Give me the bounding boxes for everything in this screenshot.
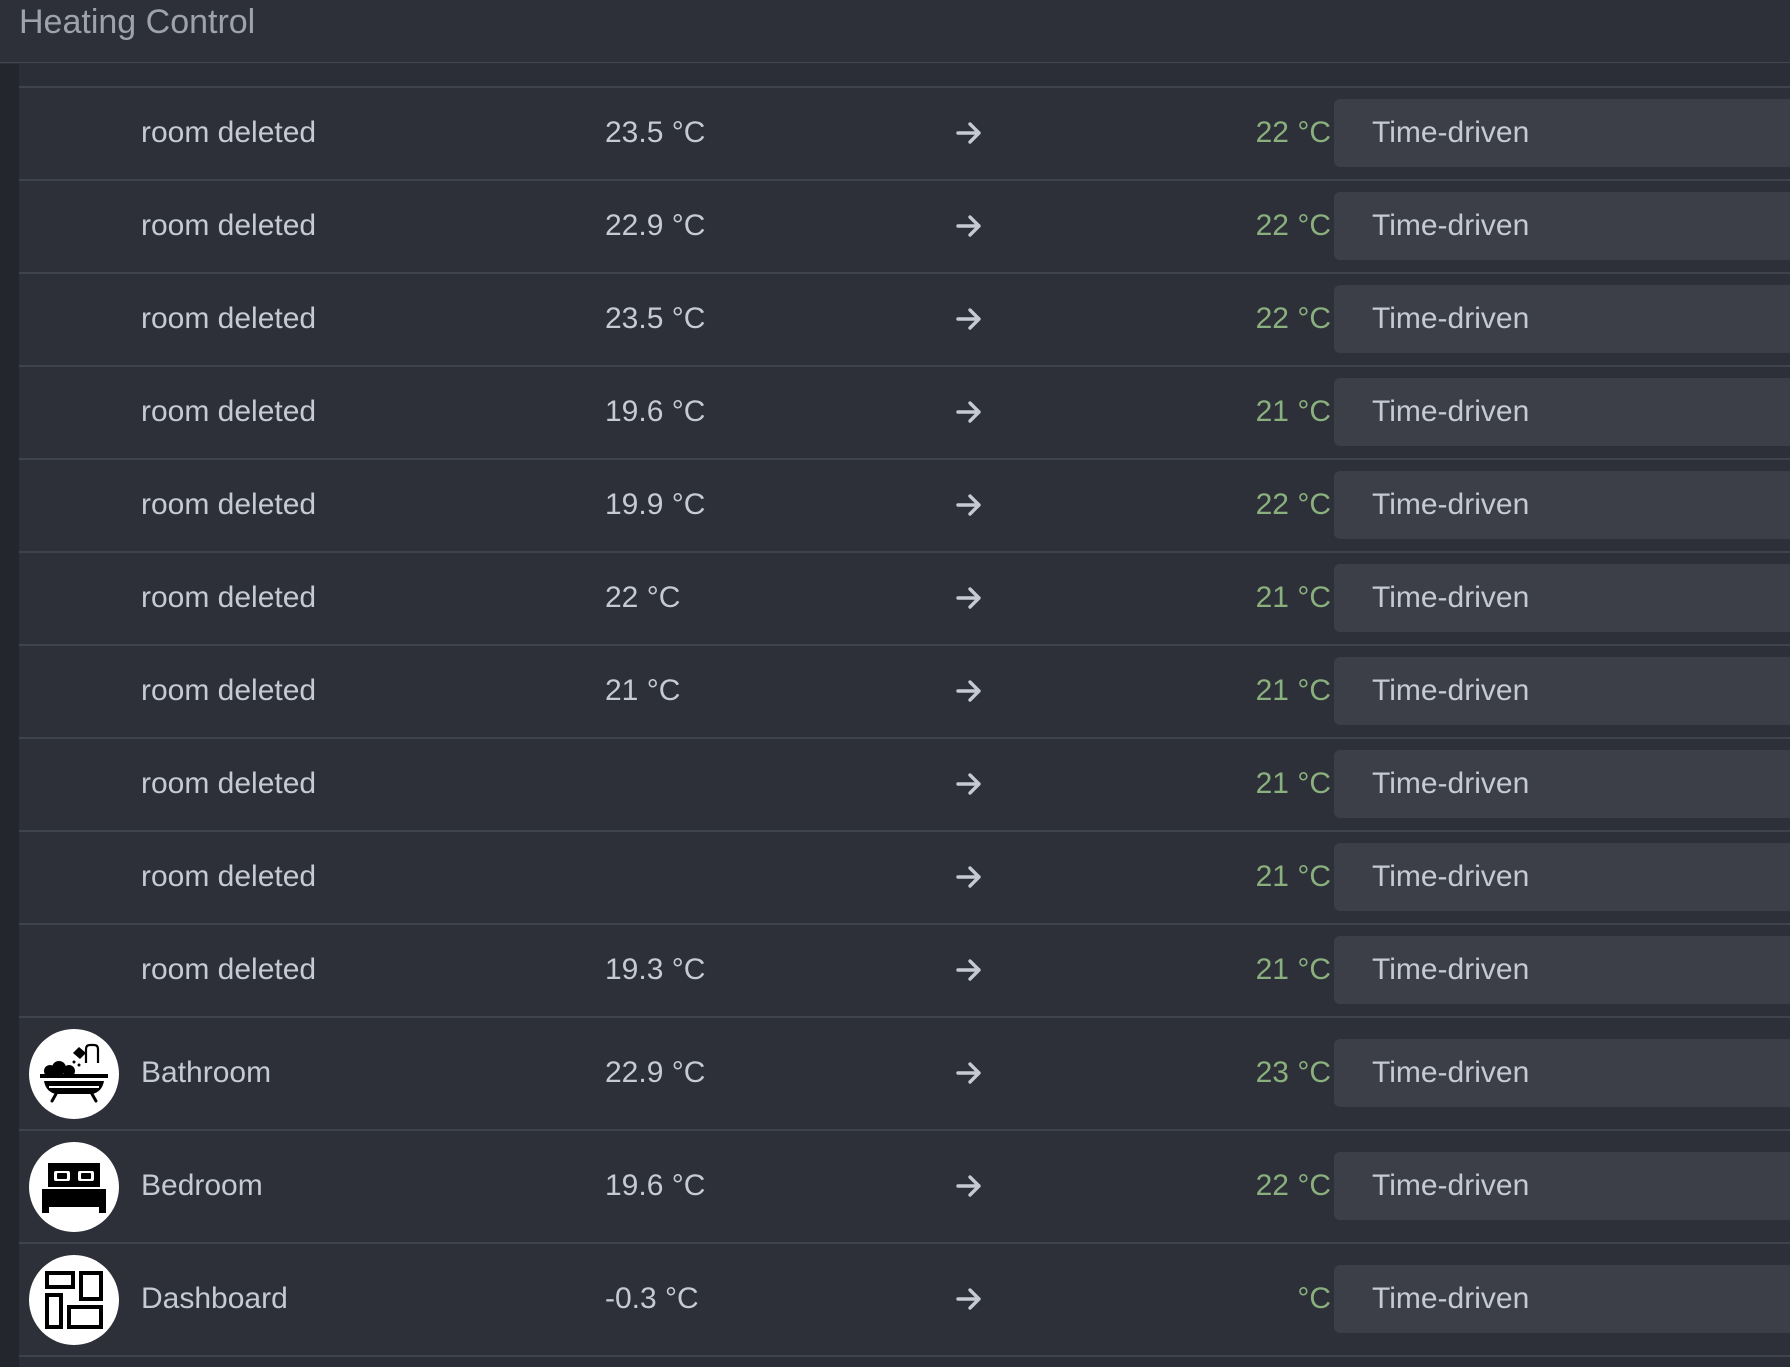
arrow-right-icon — [956, 1062, 981, 1084]
current-temperature: 22.9 °C — [605, 209, 706, 242]
room-name: Bedroom — [141, 1169, 263, 1202]
target-temperature: 21 °C — [1255, 767, 1331, 800]
table-row: room deleted 19.6 °C 21 °C Time-driven — [19, 367, 1790, 460]
app-header: Heating Control — [0, 0, 1790, 63]
room-name: room deleted — [141, 674, 317, 707]
room-name: room deleted — [141, 116, 317, 149]
current-temperature: 22 °C — [605, 581, 681, 614]
room-name: room deleted — [141, 860, 317, 893]
table-row: room deleted 21 °C Time-driven — [19, 739, 1790, 832]
mode-dropdown-label: Time-driven — [1372, 767, 1530, 800]
current-temperature: 21 °C — [605, 674, 681, 707]
current-temperature: 22.9 °C — [605, 1056, 706, 1089]
page-title: Heating Control — [19, 3, 256, 41]
room-name: room deleted — [141, 581, 317, 614]
table-row: room deleted 21 °C 21 °C Time-driven — [19, 646, 1790, 739]
arrow-right-icon — [956, 866, 981, 888]
room-name: room deleted — [141, 488, 317, 521]
room-name: room deleted — [141, 302, 317, 335]
mode-dropdown-label: Time-driven — [1372, 488, 1530, 521]
room-name: room deleted — [141, 767, 317, 800]
bathtub-icon — [29, 1029, 119, 1119]
table-row: Bathroom 22.9 °C 23 °C Time-driven — [19, 1018, 1790, 1131]
mode-dropdown-label: Time-driven — [1372, 581, 1530, 614]
current-temperature: 19.6 °C — [605, 1169, 706, 1202]
mode-dropdown-label: Time-driven — [1372, 860, 1530, 893]
room-table: room deleted 23.5 °C 22 °C Time-driven r… — [19, 86, 1790, 1357]
current-temperature: 23.5 °C — [605, 302, 706, 335]
target-temperature: 22 °C — [1255, 302, 1331, 335]
arrow-right-icon — [956, 401, 981, 423]
arrow-right-icon — [956, 773, 981, 795]
room-name: room deleted — [141, 395, 317, 428]
arrow-right-icon — [956, 494, 981, 516]
table-row: room deleted 23.5 °C 22 °C Time-driven — [19, 88, 1790, 181]
target-temperature: 22 °C — [1255, 1169, 1331, 1202]
target-temperature: 21 °C — [1255, 674, 1331, 707]
current-temperature: 23.5 °C — [605, 116, 706, 149]
target-temperature: 22 °C — [1255, 488, 1331, 521]
mode-dropdown-label: Time-driven — [1372, 395, 1530, 428]
mode-dropdown-label: Time-driven — [1372, 1282, 1530, 1315]
table-row: room deleted 23.5 °C 22 °C Time-driven — [19, 274, 1790, 367]
table-row: Bedroom 19.6 °C 22 °C Time-driven — [19, 1131, 1790, 1244]
mode-dropdown-label: Time-driven — [1372, 1056, 1530, 1089]
target-temperature: 23 °C — [1255, 1056, 1331, 1089]
table-row: room deleted 22.9 °C 22 °C Time-driven — [19, 181, 1790, 274]
table-row: Dashboard -0.3 °C °C Time-driven — [19, 1244, 1790, 1357]
table-row: room deleted 21 °C Time-driven — [19, 832, 1790, 925]
current-temperature: 19.3 °C — [605, 953, 706, 986]
room-name: room deleted — [141, 953, 317, 986]
arrow-right-icon — [956, 308, 981, 330]
arrow-right-icon — [956, 215, 981, 237]
current-temperature: 19.6 °C — [605, 395, 706, 428]
target-temperature: 21 °C — [1255, 953, 1331, 986]
arrow-right-icon — [956, 680, 981, 702]
mode-dropdown-label: Time-driven — [1372, 302, 1530, 335]
arrow-right-icon — [956, 587, 981, 609]
table-row: room deleted 19.3 °C 21 °C Time-driven — [19, 925, 1790, 1018]
target-temperature: °C — [1297, 1282, 1331, 1315]
mode-dropdown-label: Time-driven — [1372, 209, 1530, 242]
current-temperature: 19.9 °C — [605, 488, 706, 521]
table-row: room deleted 22 °C 21 °C Time-driven — [19, 553, 1790, 646]
target-temperature: 21 °C — [1255, 581, 1331, 614]
room-name: Bathroom — [141, 1056, 272, 1089]
current-temperature: -0.3 °C — [605, 1282, 699, 1315]
target-temperature: 21 °C — [1255, 395, 1331, 428]
target-temperature: 21 °C — [1255, 860, 1331, 893]
left-edge-strip — [0, 64, 19, 1367]
mode-dropdown-label: Time-driven — [1372, 116, 1530, 149]
mode-dropdown-label: Time-driven — [1372, 674, 1530, 707]
arrow-right-icon — [956, 959, 981, 981]
target-temperature: 22 °C — [1255, 116, 1331, 149]
table-row: room deleted 19.9 °C 22 °C Time-driven — [19, 460, 1790, 553]
room-name: room deleted — [141, 209, 317, 242]
mode-dropdown-label: Time-driven — [1372, 1169, 1530, 1202]
bed-icon — [29, 1142, 119, 1232]
target-temperature: 22 °C — [1255, 209, 1331, 242]
mode-dropdown-label: Time-driven — [1372, 953, 1530, 986]
arrow-right-icon — [956, 122, 981, 144]
room-name: Dashboard — [141, 1282, 288, 1315]
dashboard-icon — [29, 1255, 119, 1345]
arrow-right-icon — [956, 1175, 981, 1197]
arrow-right-icon — [956, 1288, 981, 1310]
